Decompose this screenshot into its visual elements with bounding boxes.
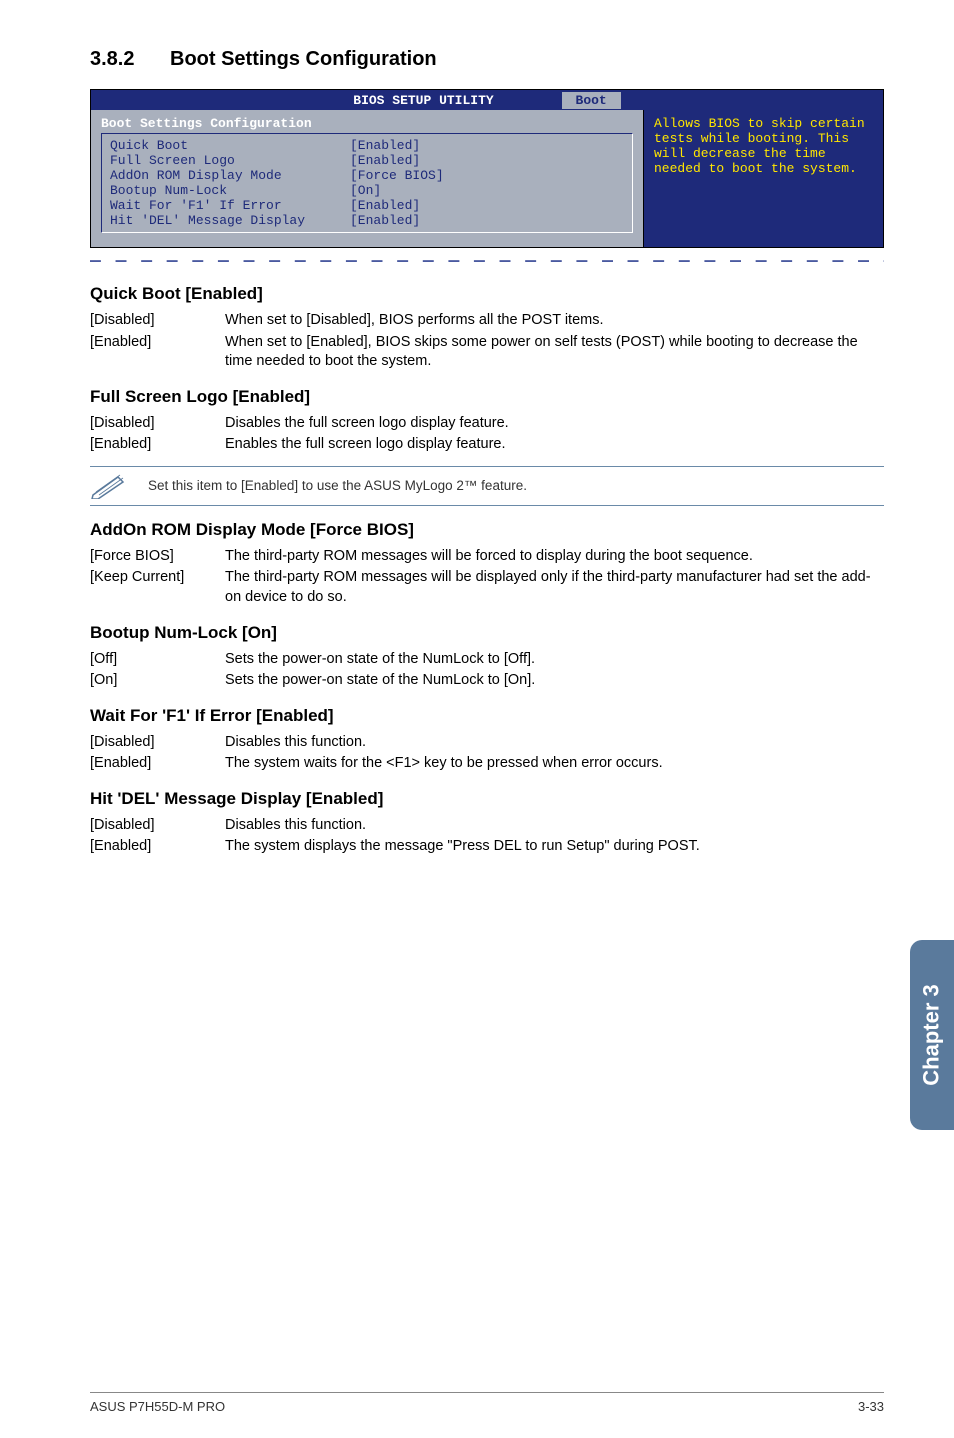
chapter-side-tab: Chapter 3 — [910, 940, 954, 1130]
definition-row: [On]Sets the power-on state of the NumLo… — [90, 670, 535, 692]
definition-list: [Disabled]Disables the full screen logo … — [90, 413, 509, 456]
definition-row: [Disabled]When set to [Disabled], BIOS p… — [90, 310, 884, 332]
definition-row: [Keep Current]The third-party ROM messag… — [90, 567, 884, 608]
bios-row: Full Screen Logo[Enabled] — [110, 153, 624, 168]
bios-key: Wait For 'F1' If Error — [110, 198, 350, 213]
note-text: Set this item to [Enabled] to use the AS… — [148, 478, 527, 493]
subsection-heading: Bootup Num-Lock [On] — [90, 623, 884, 643]
bios-panel-title: Boot Settings Configuration — [101, 116, 633, 131]
definition-term: [Disabled] — [90, 413, 225, 435]
definition-term: [Enabled] — [90, 753, 225, 775]
bios-val: [Force BIOS] — [350, 168, 444, 183]
definition-term: [Enabled] — [90, 332, 225, 373]
separator-dashes: — — — — — — — — — — — — — — — — — — — — … — [90, 252, 884, 270]
bios-val: [Enabled] — [350, 198, 420, 213]
definition-term: [Enabled] — [90, 836, 225, 858]
definition-desc: Disables the full screen logo display fe… — [225, 413, 509, 435]
subsection-heading: Quick Boot [Enabled] — [90, 284, 884, 304]
definition-desc: When set to [Disabled], BIOS performs al… — [225, 310, 884, 332]
definition-row: [Disabled]Disables this function. — [90, 815, 700, 837]
bios-utility-title: BIOS SETUP UTILITY — [353, 93, 493, 108]
definition-list: [Off]Sets the power-on state of the NumL… — [90, 649, 535, 692]
definition-desc: Disables this function. — [225, 732, 663, 754]
page-footer: ASUS P7H55D-M PRO 3-33 — [90, 1392, 884, 1414]
definition-row: [Force BIOS]The third-party ROM messages… — [90, 546, 884, 568]
definition-term: [Disabled] — [90, 732, 225, 754]
definition-desc: Disables this function. — [225, 815, 700, 837]
bios-val: [On] — [350, 183, 381, 198]
section-heading: 3.8.2Boot Settings Configuration — [90, 48, 884, 71]
definition-row: [Enabled]The system displays the message… — [90, 836, 700, 858]
bios-key: Hit 'DEL' Message Display — [110, 213, 350, 228]
definition-list: [Disabled]When set to [Disabled], BIOS p… — [90, 310, 884, 373]
definition-row: [Enabled]When set to [Enabled], BIOS ski… — [90, 332, 884, 373]
definition-list: [Force BIOS]The third-party ROM messages… — [90, 546, 884, 609]
subsection-heading: Full Screen Logo [Enabled] — [90, 387, 884, 407]
definition-row: [Disabled]Disables the full screen logo … — [90, 413, 509, 435]
definition-desc: The third-party ROM messages will be for… — [225, 546, 884, 568]
pencil-icon — [90, 473, 130, 499]
bios-val: [Enabled] — [350, 138, 420, 153]
note-callout: Set this item to [Enabled] to use the AS… — [90, 466, 884, 506]
definition-desc: Enables the full screen logo display fea… — [225, 434, 509, 456]
footer-page-number: 3-33 — [858, 1399, 884, 1414]
definition-term: [Force BIOS] — [90, 546, 225, 568]
bios-val: [Enabled] — [350, 213, 420, 228]
bios-settings-list: Quick Boot[Enabled] Full Screen Logo[Ena… — [101, 133, 633, 233]
definition-list: [Disabled]Disables this function. [Enabl… — [90, 815, 700, 858]
bios-key: Bootup Num-Lock — [110, 183, 350, 198]
bios-val: [Enabled] — [350, 153, 420, 168]
definition-list: [Disabled]Disables this function. [Enabl… — [90, 732, 663, 775]
definition-term: [Enabled] — [90, 434, 225, 456]
definition-term: [Disabled] — [90, 815, 225, 837]
definition-row: [Off]Sets the power-on state of the NumL… — [90, 649, 535, 671]
definition-row: [Enabled]Enables the full screen logo di… — [90, 434, 509, 456]
definition-desc: Sets the power-on state of the NumLock t… — [225, 670, 535, 692]
footer-product: ASUS P7H55D-M PRO — [90, 1399, 225, 1414]
bios-panel: BIOS SETUP UTILITY Boot Boot Settings Co… — [90, 89, 884, 248]
definition-desc: The system displays the message "Press D… — [225, 836, 700, 858]
bios-row: Wait For 'F1' If Error[Enabled] — [110, 198, 624, 213]
bios-help-text: Allows BIOS to skip certain tests while … — [643, 110, 883, 247]
definition-term: [Disabled] — [90, 310, 225, 332]
bios-key: Quick Boot — [110, 138, 350, 153]
bios-row: Bootup Num-Lock[On] — [110, 183, 624, 198]
bios-tab-boot: Boot — [562, 92, 621, 109]
definition-term: [Off] — [90, 649, 225, 671]
section-title-text: Boot Settings Configuration — [170, 48, 437, 70]
bios-key: Full Screen Logo — [110, 153, 350, 168]
bios-row: Quick Boot[Enabled] — [110, 138, 624, 153]
chapter-side-tab-label: Chapter 3 — [919, 984, 945, 1085]
definition-desc: The system waits for the <F1> key to be … — [225, 753, 663, 775]
definition-term: [On] — [90, 670, 225, 692]
definition-desc: The third-party ROM messages will be dis… — [225, 567, 884, 608]
section-number: 3.8.2 — [90, 48, 170, 71]
definition-row: [Disabled]Disables this function. — [90, 732, 663, 754]
subsection-heading: Hit 'DEL' Message Display [Enabled] — [90, 789, 884, 809]
subsection-heading: AddOn ROM Display Mode [Force BIOS] — [90, 520, 884, 540]
definition-desc: Sets the power-on state of the NumLock t… — [225, 649, 535, 671]
definition-row: [Enabled]The system waits for the <F1> k… — [90, 753, 663, 775]
bios-row: Hit 'DEL' Message Display[Enabled] — [110, 213, 624, 228]
subsection-heading: Wait For 'F1' If Error [Enabled] — [90, 706, 884, 726]
bios-key: AddOn ROM Display Mode — [110, 168, 350, 183]
definition-desc: When set to [Enabled], BIOS skips some p… — [225, 332, 884, 373]
definition-term: [Keep Current] — [90, 567, 225, 608]
bios-row: AddOn ROM Display Mode[Force BIOS] — [110, 168, 624, 183]
